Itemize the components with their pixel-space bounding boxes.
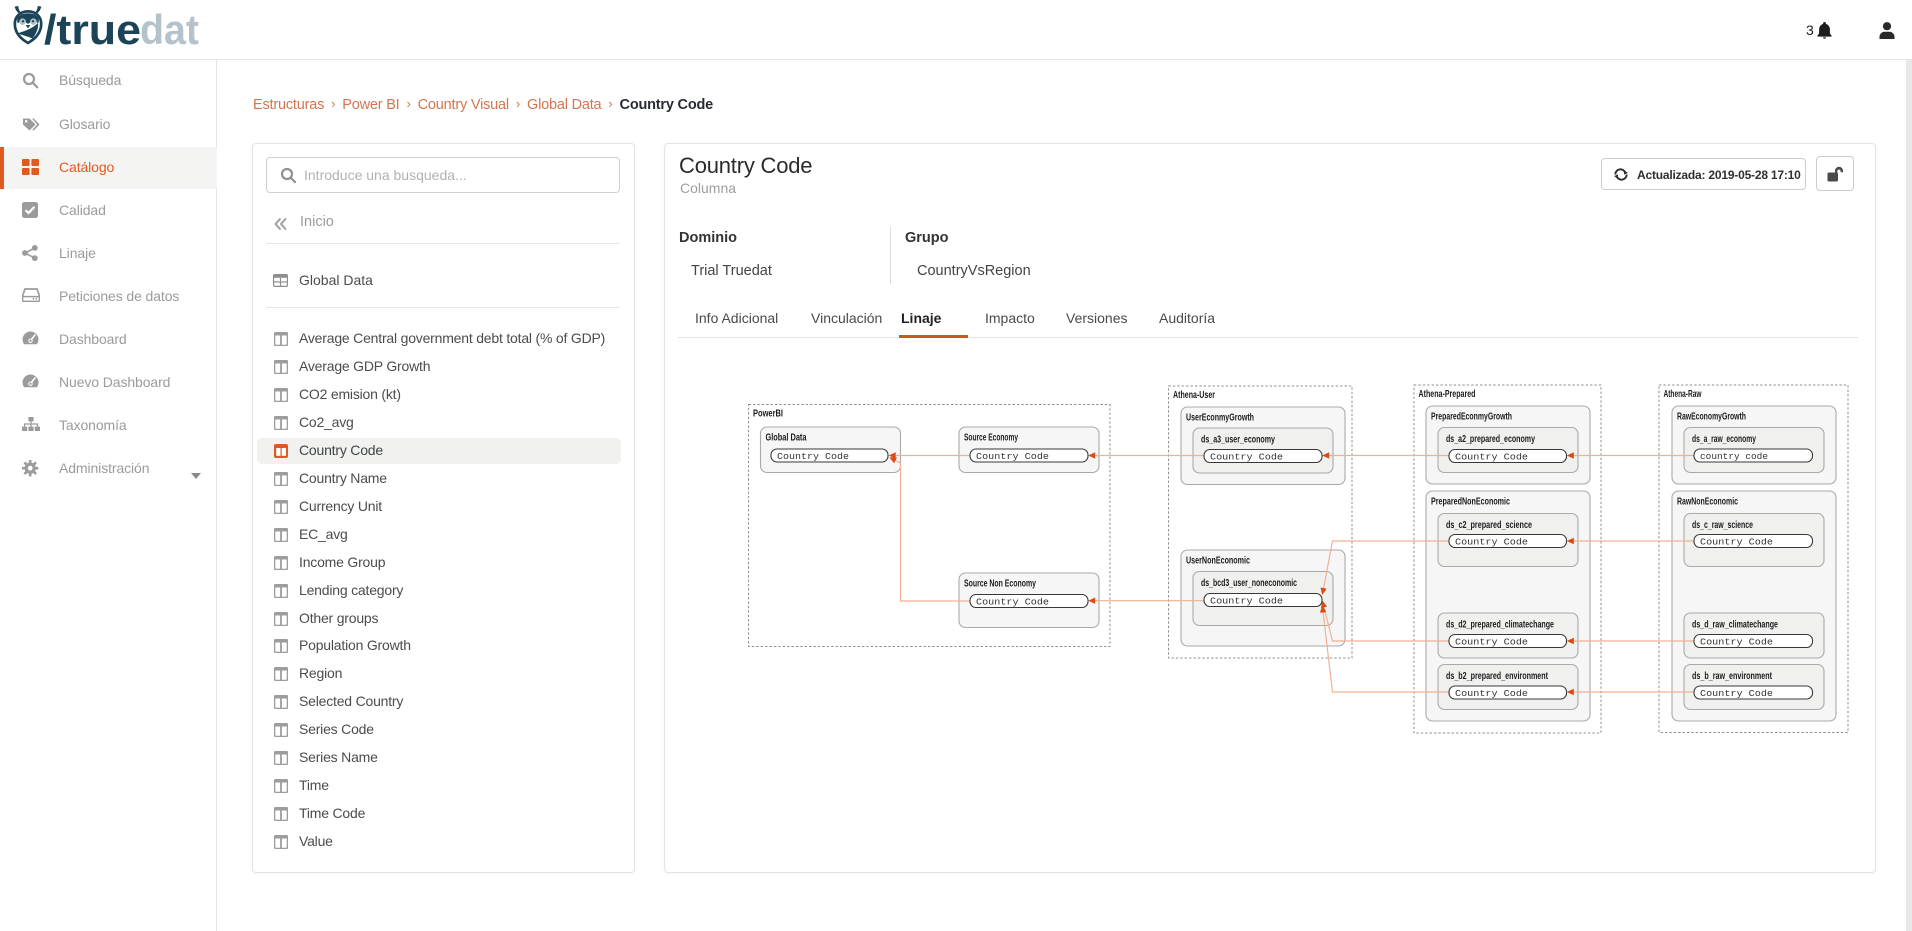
svg-text:UserNonEconomic: UserNonEconomic — [1186, 555, 1250, 567]
svg-text:PreparedEconmyGrowth: PreparedEconmyGrowth — [1431, 411, 1512, 423]
svg-text:Global Data: Global Data — [766, 432, 807, 444]
svg-text:ds_b2_prepared_environment: ds_b2_prepared_environment — [1446, 670, 1548, 682]
svg-text:Country Code: Country Code — [1455, 637, 1528, 648]
svg-text:Source Economy: Source Economy — [964, 432, 1018, 444]
svg-text:Athena-Raw: Athena-Raw — [1664, 388, 1703, 400]
svg-text:Country Code: Country Code — [1700, 537, 1773, 548]
svg-text:Country Code: Country Code — [1455, 688, 1528, 699]
svg-text:country code: country code — [1700, 451, 1768, 462]
svg-text:Athena-User: Athena-User — [1173, 389, 1215, 401]
svg-text:ds_a_raw_economy: ds_a_raw_economy — [1692, 433, 1756, 445]
svg-text:Country Code: Country Code — [1210, 452, 1283, 463]
svg-text:ds_a3_user_economy: ds_a3_user_economy — [1201, 434, 1275, 446]
svg-text:Country Code: Country Code — [1210, 596, 1283, 607]
svg-text:dat: dat — [140, 6, 199, 50]
svg-text:PreparedNonEconomic: PreparedNonEconomic — [1431, 496, 1510, 508]
svg-text:Country Code: Country Code — [1455, 452, 1528, 463]
svg-text:ds_b_raw_environment: ds_b_raw_environment — [1692, 670, 1772, 682]
svg-text:PowerBI: PowerBI — [753, 408, 783, 420]
svg-text:Country Code: Country Code — [1455, 537, 1528, 548]
svg-text:Source Non Economy: Source Non Economy — [964, 578, 1036, 590]
svg-text:Country Code: Country Code — [976, 451, 1049, 462]
svg-text:ds_bcd3_user_noneconomic: ds_bcd3_user_noneconomic — [1201, 577, 1297, 589]
svg-text:/true: /true — [44, 6, 141, 50]
svg-text:Country Code: Country Code — [1700, 688, 1773, 699]
svg-text:RawNonEconomic: RawNonEconomic — [1677, 496, 1738, 508]
svg-text:ds_a2_prepared_economy: ds_a2_prepared_economy — [1446, 433, 1535, 445]
svg-text:RawEconomyGrowth: RawEconomyGrowth — [1677, 411, 1746, 423]
svg-text:ds_c_raw_science: ds_c_raw_science — [1692, 519, 1753, 531]
svg-text:ds_c2_prepared_science: ds_c2_prepared_science — [1446, 519, 1532, 531]
svg-text:ds_d2_prepared_climatechange: ds_d2_prepared_climatechange — [1446, 619, 1554, 631]
svg-text:Athena-Prepared: Athena-Prepared — [1419, 388, 1476, 400]
svg-text:Country Code: Country Code — [777, 451, 849, 462]
svg-text:ds_d_raw_climatechange: ds_d_raw_climatechange — [1692, 619, 1778, 631]
svg-text:Country Code: Country Code — [976, 597, 1049, 608]
svg-text:Country Code: Country Code — [1700, 637, 1773, 648]
svg-text:UserEconmyGrowth: UserEconmyGrowth — [1186, 412, 1254, 424]
